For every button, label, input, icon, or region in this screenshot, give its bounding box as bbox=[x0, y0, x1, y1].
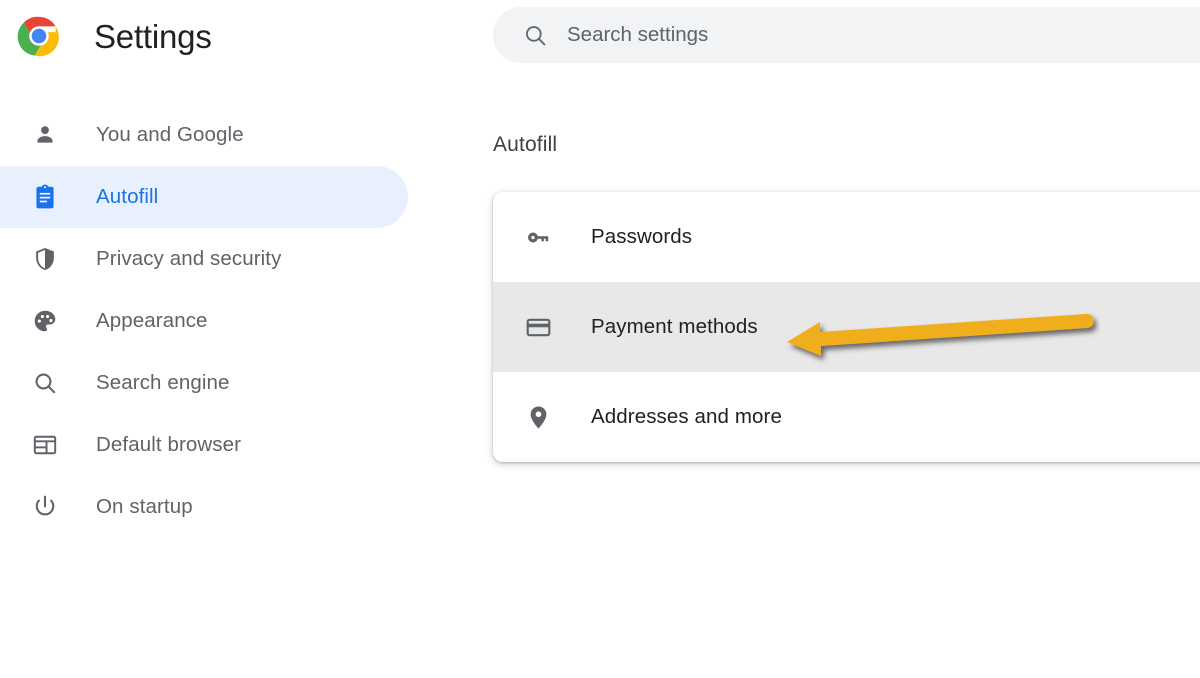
sidebar-item-label: Autofill bbox=[96, 185, 159, 208]
sidebar-item-you-and-google[interactable]: You and Google bbox=[0, 104, 408, 166]
search-icon bbox=[28, 366, 62, 400]
search-input[interactable] bbox=[567, 15, 1167, 55]
sidebar-item-label: Default browser bbox=[96, 433, 242, 456]
row-payment-methods[interactable]: Payment methods bbox=[493, 282, 1200, 372]
settings-page: Settings You and Google Autofill Privacy… bbox=[0, 0, 1200, 678]
row-label: Passwords bbox=[591, 225, 693, 248]
power-icon bbox=[28, 490, 62, 524]
sidebar-item-label: You and Google bbox=[96, 123, 244, 146]
sidebar-item-default-browser[interactable]: Default browser bbox=[0, 414, 408, 476]
palette-icon bbox=[28, 304, 62, 338]
sidebar-item-on-startup[interactable]: On startup bbox=[0, 476, 408, 538]
sidebar-item-label: Search engine bbox=[96, 371, 230, 394]
chrome-logo-icon bbox=[16, 13, 62, 59]
main-content: Autofill Passwords Payment meth bbox=[470, 0, 1200, 678]
row-passwords[interactable]: Passwords bbox=[493, 192, 1200, 282]
sidebar-item-label: On startup bbox=[96, 495, 193, 518]
shield-icon bbox=[28, 242, 62, 276]
search-settings-bar[interactable] bbox=[493, 7, 1200, 63]
brand-header: Settings bbox=[0, 8, 212, 64]
sidebar-item-label: Privacy and security bbox=[96, 247, 282, 270]
sidebar-nav: You and Google Autofill Privacy and secu… bbox=[0, 104, 470, 538]
sidebar-item-appearance[interactable]: Appearance bbox=[0, 290, 408, 352]
row-addresses-and-more[interactable]: Addresses and more bbox=[493, 372, 1200, 462]
sidebar-item-search-engine[interactable]: Search engine bbox=[0, 352, 408, 414]
search-icon bbox=[521, 21, 549, 49]
page-title: Settings bbox=[94, 17, 212, 55]
person-icon bbox=[28, 118, 62, 152]
section-heading-autofill: Autofill bbox=[493, 133, 558, 156]
autofill-card: Passwords Payment methods Addresses and … bbox=[493, 192, 1200, 462]
sidebar-item-autofill[interactable]: Autofill bbox=[0, 166, 408, 228]
location-pin-icon bbox=[521, 400, 555, 434]
credit-card-icon bbox=[521, 310, 555, 344]
clipboard-icon bbox=[28, 180, 62, 214]
sidebar-item-privacy-and-security[interactable]: Privacy and security bbox=[0, 228, 408, 290]
row-label: Payment methods bbox=[591, 315, 758, 338]
browser-window-icon bbox=[28, 428, 62, 462]
sidebar: Settings You and Google Autofill Privacy… bbox=[0, 0, 470, 678]
sidebar-item-label: Appearance bbox=[96, 309, 208, 332]
row-label: Addresses and more bbox=[591, 405, 782, 428]
key-icon bbox=[521, 220, 555, 254]
